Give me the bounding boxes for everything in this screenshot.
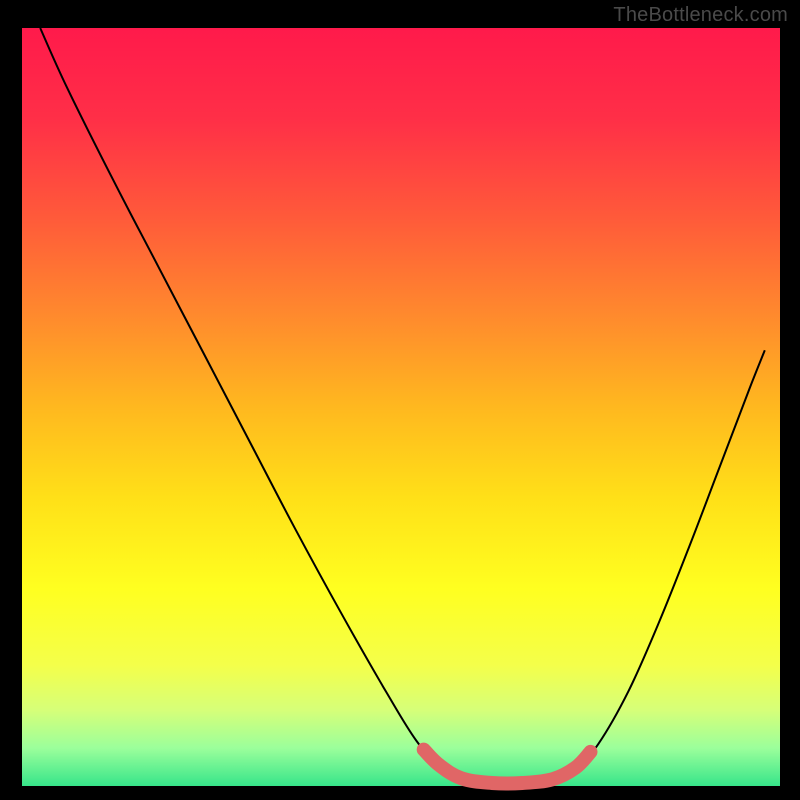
- chart-stage: TheBottleneck.com: [0, 0, 800, 800]
- plot-background: [22, 28, 780, 786]
- bottleneck-chart: [0, 0, 800, 800]
- watermark-text: TheBottleneck.com: [613, 4, 788, 27]
